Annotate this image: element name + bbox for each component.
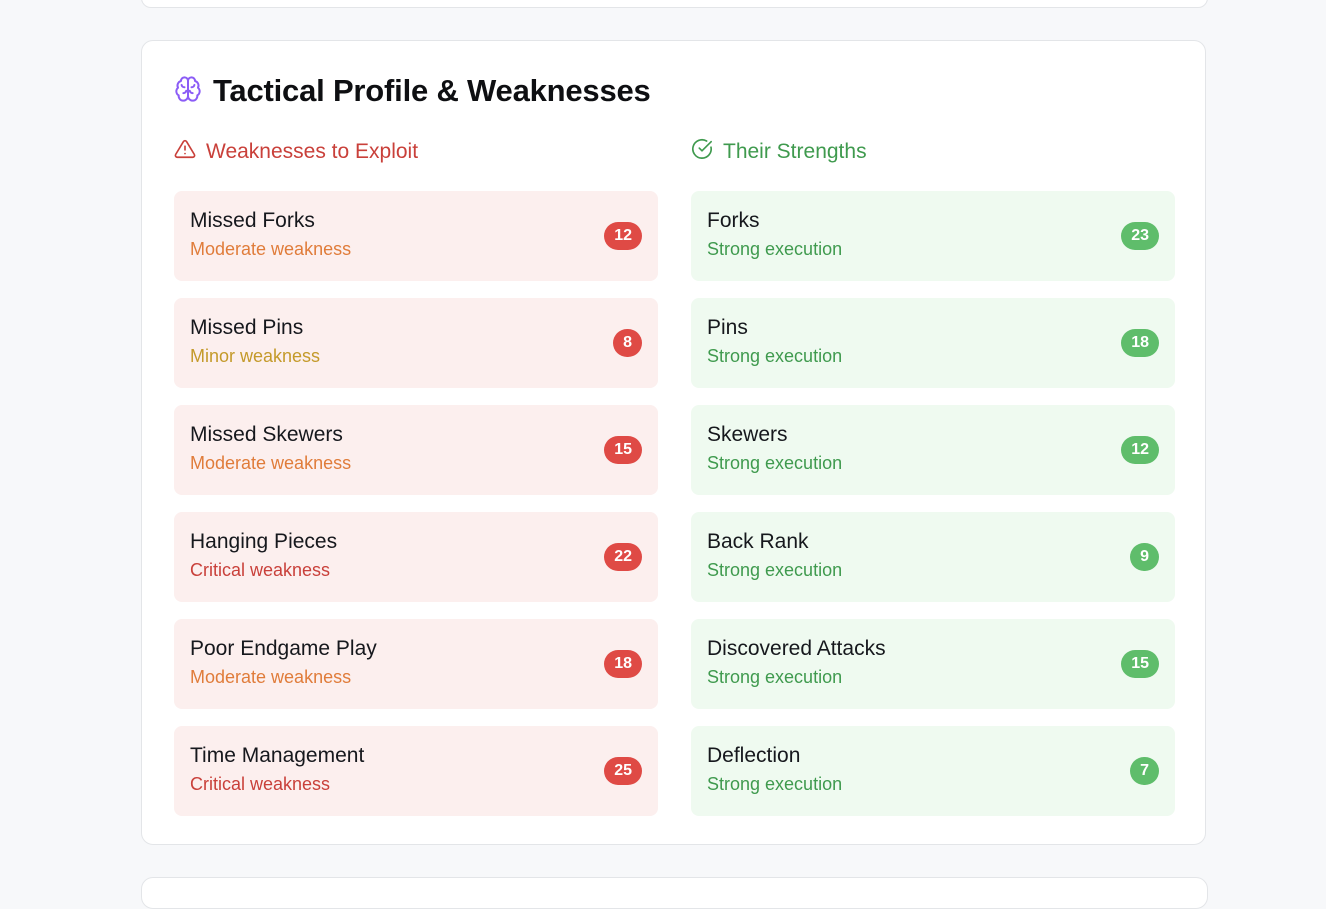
card-title: Tactical Profile & Weaknesses [213, 73, 651, 108]
strengths-column: Their Strengths Forks Strong execution 23 P… [691, 137, 1175, 816]
weakness-item: Missed Skewers Moderate weakness 15 [174, 405, 658, 495]
strength-name: Skewers [707, 423, 788, 446]
strength-severity: Strong execution [707, 346, 843, 366]
strength-severity: Strong execution [707, 239, 843, 259]
strength-name: Pins [707, 316, 748, 339]
weakness-name: Hanging Pieces [190, 530, 338, 553]
weakness-severity: Critical weakness [190, 560, 331, 580]
weakness-count-badge: 18 [604, 650, 642, 678]
weakness-name: Missed Pins [190, 316, 304, 339]
weakness-item: Missed Forks Moderate weakness 12 [174, 191, 658, 281]
strength-count-badge: 12 [1121, 436, 1159, 464]
weakness-item: Hanging Pieces Critical weakness 22 [174, 512, 658, 602]
strengths-heading: Their Strengths [691, 137, 1175, 167]
weaknesses-list: Missed Forks Moderate weakness 12 Missed Pi… [174, 191, 658, 816]
weaknesses-column: Weaknesses to Exploit Missed Forks Modera… [174, 137, 658, 816]
strength-count-badge: 23 [1121, 222, 1159, 250]
strength-severity: Strong execution [707, 774, 843, 794]
strength-count-badge: 18 [1121, 329, 1159, 357]
weakness-count-badge: 25 [604, 757, 642, 785]
strengths-heading-label: Their Strengths [723, 140, 867, 163]
weakness-count-badge: 8 [613, 329, 642, 357]
weakness-severity: Minor weakness [190, 346, 321, 366]
tactical-profile-card: Tactical Profile & Weaknesses Weaknesses… [141, 40, 1206, 845]
strength-severity: Strong execution [707, 560, 843, 580]
warning-triangle-icon [174, 138, 206, 166]
strength-item: Forks Strong execution 23 [691, 191, 1175, 281]
weakness-severity: Moderate weakness [190, 239, 352, 259]
weakness-count-badge: 12 [604, 222, 642, 250]
weakness-severity: Critical weakness [190, 774, 331, 794]
strength-name: Back Rank [707, 530, 809, 553]
check-circle-icon [691, 138, 723, 166]
strength-name: Deflection [707, 744, 801, 767]
strength-item: Deflection Strong execution 7 [691, 726, 1175, 816]
strength-severity: Strong execution [707, 667, 843, 687]
strength-count-badge: 9 [1130, 543, 1159, 571]
weakness-name: Missed Skewers [190, 423, 343, 446]
strength-severity: Strong execution [707, 453, 843, 473]
strength-item: Pins Strong execution 18 [691, 298, 1175, 388]
weakness-name: Poor Endgame Play [190, 637, 377, 660]
card-header: Tactical Profile & Weaknesses [174, 71, 651, 111]
weakness-count-badge: 22 [604, 543, 642, 571]
weakness-item: Missed Pins Minor weakness 8 [174, 298, 658, 388]
weakness-count-badge: 15 [604, 436, 642, 464]
weaknesses-heading: Weaknesses to Exploit [174, 137, 658, 167]
strength-item: Discovered Attacks Strong execution 15 [691, 619, 1175, 709]
weakness-item: Time Management Critical weakness 25 [174, 726, 658, 816]
strength-item: Back Rank Strong execution 9 [691, 512, 1175, 602]
weakness-severity: Moderate weakness [190, 453, 352, 473]
weakness-item: Poor Endgame Play Moderate weakness 18 [174, 619, 658, 709]
strength-count-badge: 15 [1121, 650, 1159, 678]
strength-name: Discovered Attacks [707, 637, 886, 660]
next-card [141, 877, 1208, 909]
brain-icon [174, 75, 213, 108]
weaknesses-heading-label: Weaknesses to Exploit [206, 140, 419, 163]
previous-card [141, 0, 1208, 8]
strengths-list: Forks Strong execution 23 Pins Strong execut… [691, 191, 1175, 816]
strength-item: Skewers Strong execution 12 [691, 405, 1175, 495]
strength-count-badge: 7 [1130, 757, 1159, 785]
weakness-name: Missed Forks [190, 209, 315, 232]
weakness-severity: Moderate weakness [190, 667, 352, 687]
strength-name: Forks [707, 209, 760, 232]
weakness-name: Time Management [190, 744, 365, 767]
